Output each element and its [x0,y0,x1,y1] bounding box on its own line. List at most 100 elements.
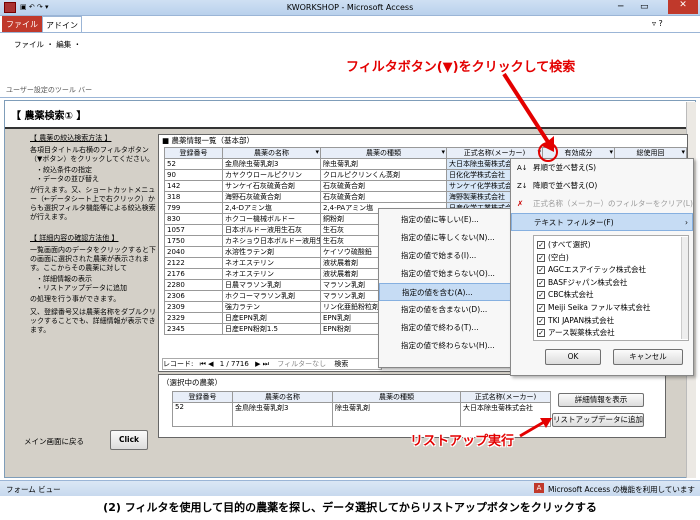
record-position[interactable]: 1 / 7716 [220,360,249,368]
filter-dropdown: A↓ 昇順で並べ替え(S) Z↓ 降順で並べ替え(O) ✗ 正式名称（メーカー）のフィ… [510,158,694,376]
table-cell[interactable]: カネショウ日本ボルドー液用生石灰 [222,235,321,247]
table-cell[interactable]: 2040 [164,246,223,258]
table-cell[interactable]: 除虫菊乳剤 [320,158,447,170]
ribbon-menu[interactable]: ファイル ・ 編集 ・ [14,39,81,50]
table-cell[interactable]: 2,4-Dアミン塩 [222,202,321,214]
table-cell[interactable]: 水溶性ラテン剤 [222,246,321,258]
table-cell[interactable]: 日本ボルドー液用生石灰 [222,224,321,236]
filter-dropdown-icon[interactable]: ▾ [609,149,613,157]
table-cell[interactable]: 強力ラテン [222,301,321,313]
table-cell[interactable]: 90 [164,169,223,181]
first-record-icon[interactable]: ⏮ ◀ [200,360,214,368]
filter-dropdown-icon[interactable]: ▾ [441,149,445,157]
sort-asc-item[interactable]: A↓ 昇順で並べ替え(S) [511,159,693,177]
table-cell[interactable]: 318 [164,191,223,203]
checkbox-icon[interactable]: ✓ [537,329,545,338]
checklist-item[interactable]: ✓ BASFジャパン株式会社 [537,277,685,290]
record-navigator[interactable]: レコード: ⏮ ◀ 1 / 7716 ▶ ⏭ フィルターなし 検索 [162,358,382,370]
list-title: ■ 農薬情報一覧（基本部） [162,136,254,145]
filter-button-highlight[interactable] [538,142,558,162]
table-cell[interactable]: 石灰硫黄合剤 [320,180,447,192]
text-filter-option[interactable]: 指定の値を含まない(D)... [379,301,511,319]
column-header[interactable]: 農薬の名称 ▾ [222,147,321,159]
table-cell[interactable]: 2345 [164,323,223,335]
close-icon[interactable]: ✕ [668,0,698,14]
table-cell[interactable]: クロルピクリンくん蒸剤 [320,169,447,181]
minimize-icon[interactable]: ─ [618,2,623,12]
maximize-icon[interactable]: ▭ [640,2,649,12]
table-cell[interactable]: 石灰硫黄合剤 [320,191,447,203]
table-cell[interactable]: 2329 [164,312,223,324]
text-filter-option[interactable]: 指定の値で始まる(I)... [379,247,511,265]
column-header[interactable]: 登録番号 [164,147,223,159]
table-cell[interactable]: 1057 [164,224,223,236]
selected-table: 登録番号 農薬の名称 農薬の種類 正式名称(メーカー) 52 金鳥除虫菊乳剤3 除虫菊乳剤… [172,391,551,427]
text-filter-option[interactable]: 指定の値で終わらない(H)... [379,337,511,355]
table-cell[interactable]: カヤクウロールピクリン [222,169,321,181]
table-cell[interactable]: 142 [164,180,223,192]
selected-cell[interactable]: 金鳥除虫菊乳剤3 [232,402,333,427]
column-header[interactable]: 農薬の種類 ▾ [320,147,447,159]
table-cell[interactable]: 2176 [164,268,223,280]
checklist-item[interactable]: ✓ Meiji Seika ファルマ株式会社 [537,302,685,315]
ok-button[interactable]: OK [545,349,601,365]
checkbox-icon[interactable]: ✓ [537,278,545,287]
checkbox-icon[interactable]: ✓ [537,316,545,325]
text-filter-option[interactable]: 指定の値で始まらない(O)... [379,265,511,283]
checklist-scrollbar[interactable] [681,237,688,339]
table-cell[interactable]: 日産EPN粉剤1.5 [222,323,321,335]
checkbox-icon[interactable]: ✓ [537,266,545,275]
filter-dropdown-icon[interactable]: ▾ [315,149,319,157]
checkbox-icon[interactable]: ✓ [537,241,545,249]
table-cell[interactable]: 2122 [164,257,223,269]
checklist-label: BASFジャパン株式会社 [548,277,628,287]
selected-cell[interactable]: 52 [172,402,233,427]
checklist-item[interactable]: ✓ (空白) [537,252,685,265]
checklist-item[interactable]: ✓ TKI JAPAN株式会社 [537,315,685,328]
table-cell[interactable]: ネオエステリン [222,268,321,280]
table-cell[interactable]: 海野石灰硫黄合剤 [222,191,321,203]
table-cell[interactable]: ネオエステリン [222,257,321,269]
checkbox-icon[interactable]: ✓ [537,253,545,262]
checklist-item[interactable]: ✓ AGCエスアイテック株式会社 [537,264,685,277]
text-filter-option[interactable]: 指定の値に等しい(E)... [379,211,511,229]
text-filter-item[interactable]: テキスト フィルター(F) › [511,213,693,231]
detail-button[interactable]: 詳細情報を表示 [558,393,644,407]
table-cell[interactable]: 830 [164,213,223,225]
clear-filter-item[interactable]: ✗ 正式名称（メーカー）のフィルターをクリア(L) [511,195,693,213]
tab-file[interactable]: ファイル [2,16,42,33]
column-header[interactable]: 総使用回 ▾ [614,147,687,159]
table-cell[interactable]: 1750 [164,235,223,247]
selected-row[interactable]: 52 金鳥除虫菊乳剤3 除虫菊乳剤 大日本除虫菊株式会社 [172,402,551,427]
selected-cell[interactable]: 除虫菊乳剤 [332,402,461,427]
table-cell[interactable]: 日農マラソン乳剤 [222,279,321,291]
table-cell[interactable]: ホクコーマラソン乳剤 [222,290,321,302]
table-cell[interactable]: 2309 [164,301,223,313]
table-cell[interactable]: 52 [164,158,223,170]
checkbox-icon[interactable]: ✓ [537,291,545,300]
sort-desc-item[interactable]: Z↓ 降順で並べ替え(O) [511,177,693,195]
table-cell[interactable]: ホクコー機械ボルドー [222,213,321,225]
table-cell[interactable]: 799 [164,202,223,214]
checklist-item[interactable]: ✓ (すべて選択) [537,239,685,252]
next-record-icon[interactable]: ▶ ⏭ [255,360,269,368]
filter-dropdown-icon[interactable]: ▾ [681,149,685,157]
text-filter-option[interactable]: 指定の値に等しくない(N)... [379,229,511,247]
table-cell[interactable]: 金鳥除虫菊乳剤3 [222,158,321,170]
table-cell[interactable]: 2280 [164,279,223,291]
table-cell[interactable]: 2306 [164,290,223,302]
checklist-item[interactable]: ✓ アース製薬株式会社 [537,327,685,340]
tab-addin[interactable]: アドイン [42,16,82,33]
cancel-button[interactable]: キャンセル [613,349,683,365]
text-filter-option[interactable]: 指定の値で終わる(T)... [379,319,511,337]
checkbox-icon[interactable]: ✓ [537,303,545,312]
click-button[interactable]: Click [110,430,148,450]
search-box[interactable]: 検索 [334,360,348,368]
checklist-item[interactable]: ✓ CBC株式会社 [537,289,685,302]
table-cell[interactable]: 日産EPN乳剤 [222,312,321,324]
add-to-list-button[interactable]: リストアップデータに追加 [552,413,644,427]
text-filter-option[interactable]: 指定の値を含む(A)... [379,283,511,301]
filter-status[interactable]: フィルターなし [277,360,326,368]
help-icon[interactable]: ▿ ? [652,19,663,28]
table-cell[interactable]: サンケイ石灰硫黄合剤 [222,180,321,192]
